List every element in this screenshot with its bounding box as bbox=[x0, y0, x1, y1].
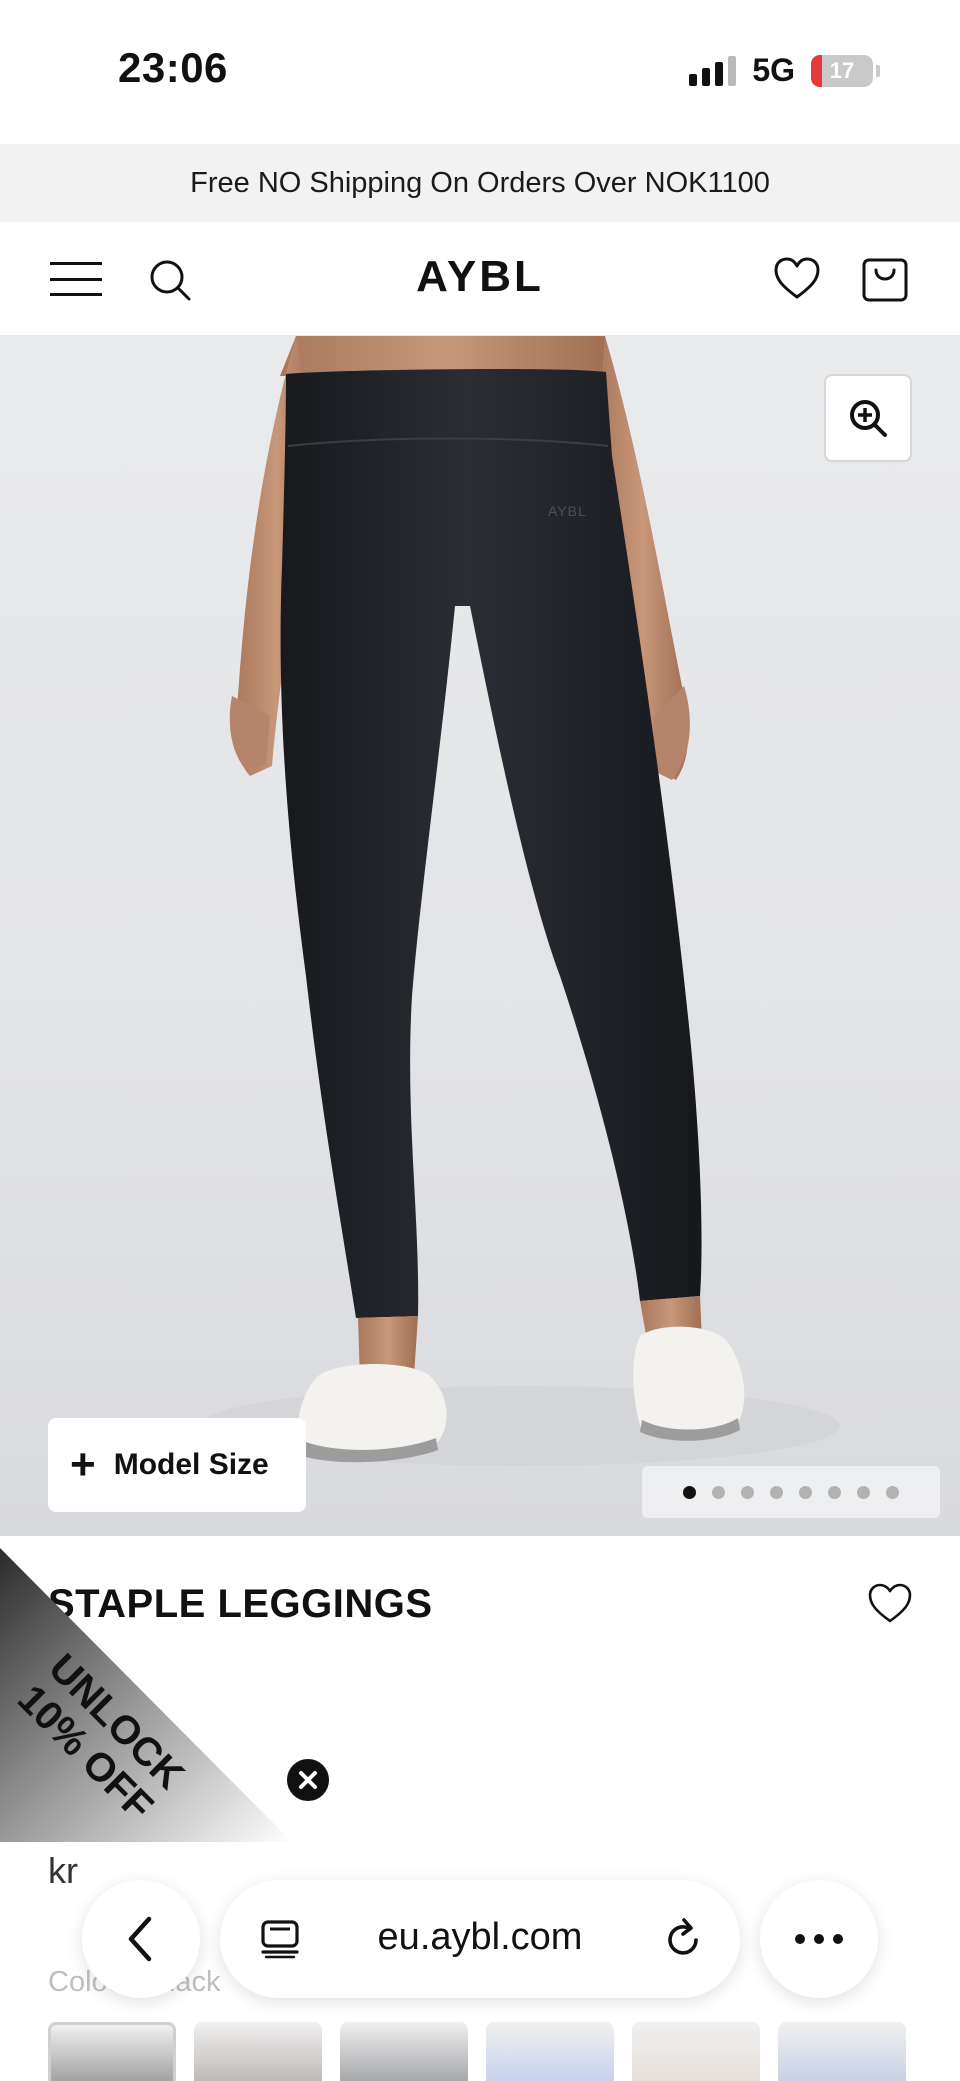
heart-icon[interactable] bbox=[772, 254, 822, 304]
colour-swatch[interactable] bbox=[48, 2022, 176, 2081]
status-bar: 23:06 5G 17 bbox=[0, 0, 960, 144]
garment-logo: AYBL bbox=[548, 503, 587, 519]
close-icon[interactable] bbox=[284, 1756, 332, 1804]
wishlist-heart-icon[interactable] bbox=[866, 1580, 914, 1628]
model-size-button[interactable]: + Model Size bbox=[48, 1418, 306, 1512]
status-indicators: 5G 17 bbox=[689, 52, 880, 89]
colour-swatch[interactable] bbox=[632, 2022, 760, 2081]
announcement-bar[interactable]: Free NO Shipping On Orders Over NOK1100 bbox=[0, 144, 960, 222]
colour-swatch[interactable] bbox=[340, 2022, 468, 2081]
shopping-bag-icon[interactable] bbox=[860, 252, 910, 304]
back-button[interactable] bbox=[82, 1880, 200, 1998]
carousel-dot[interactable] bbox=[857, 1485, 870, 1499]
carousel-dot[interactable] bbox=[799, 1485, 812, 1499]
address-bar[interactable]: eu.aybl.com bbox=[220, 1880, 740, 1998]
status-time: 23:06 bbox=[118, 44, 228, 91]
reload-icon[interactable] bbox=[660, 1916, 706, 1962]
network-type: 5G bbox=[752, 52, 795, 88]
chevron-left-icon bbox=[128, 1916, 152, 1962]
signal-icon bbox=[689, 55, 737, 86]
battery-level-text: 17 bbox=[829, 57, 855, 83]
colour-swatch[interactable] bbox=[194, 2022, 322, 2081]
browser-toolbar: eu.aybl.com bbox=[0, 1860, 960, 2010]
more-icon bbox=[795, 1934, 805, 1944]
battery-icon: 17 bbox=[811, 54, 873, 87]
plus-icon: + bbox=[70, 1440, 96, 1489]
site-header: AYBL bbox=[0, 222, 960, 336]
carousel-dot[interactable] bbox=[712, 1485, 725, 1499]
zoom-button[interactable] bbox=[824, 374, 912, 462]
colour-swatches bbox=[48, 2022, 906, 2081]
zoom-in-icon bbox=[850, 400, 887, 437]
model-size-label: Model Size bbox=[113, 1448, 269, 1481]
carousel-dot[interactable] bbox=[770, 1485, 783, 1499]
product-image-carousel[interactable]: AYBL + Model Size bbox=[0, 336, 960, 1536]
carousel-dots[interactable] bbox=[642, 1466, 940, 1518]
colour-swatch[interactable] bbox=[486, 2022, 614, 2081]
more-button[interactable] bbox=[760, 1880, 878, 1998]
announcement-text: Free NO Shipping On Orders Over NOK1100 bbox=[190, 166, 770, 199]
carousel-dot[interactable] bbox=[741, 1485, 754, 1499]
carousel-dot[interactable] bbox=[683, 1485, 696, 1499]
carousel-dot[interactable] bbox=[828, 1485, 841, 1499]
colour-swatch[interactable] bbox=[778, 2022, 906, 2081]
product-photo: AYBL bbox=[200, 336, 840, 1466]
carousel-dot[interactable] bbox=[886, 1485, 899, 1499]
unlock-discount-banner[interactable]: UNLOCK 10% OFF bbox=[0, 1548, 292, 1842]
